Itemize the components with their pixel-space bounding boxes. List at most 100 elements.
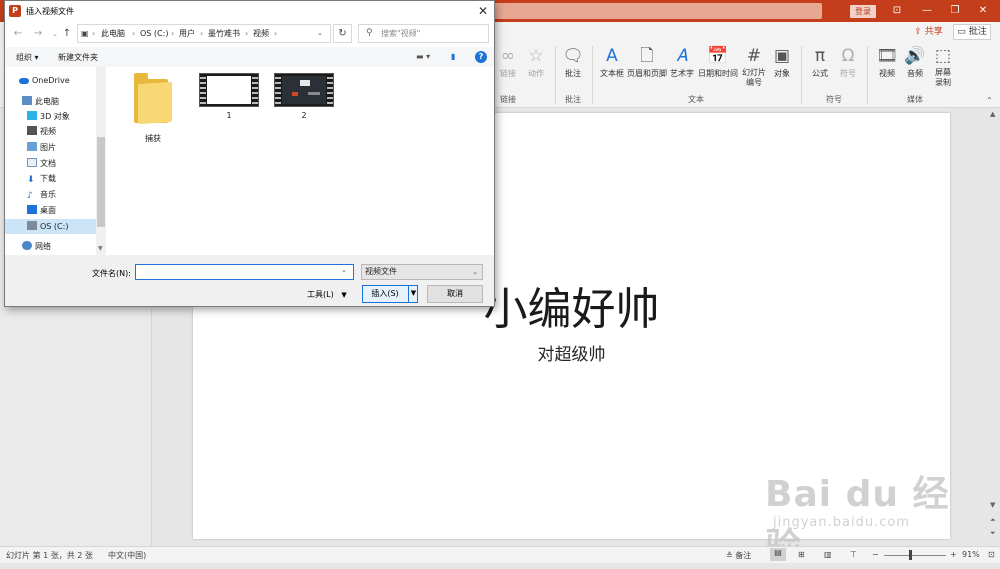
tree-item-downloads[interactable]: ⬇ 下载 [5,171,96,186]
next-slide-icon[interactable]: ⏷ [990,529,996,538]
slide-scrollbar[interactable]: ▲ ▼ ⏶ ⏷ [988,108,1000,546]
breadcrumb-item[interactable]: 墨竹难书 [208,25,240,42]
dialog-titlebar: P 插入视频文件 ✕ [5,1,494,21]
share-icon: ⇪ [914,27,922,37]
tree-item-videos[interactable]: 视频 [5,124,96,139]
slide-subtitle[interactable]: 对超级帅 [193,340,950,365]
tree-item-network[interactable]: 网络 [5,239,96,254]
scroll-up-icon[interactable]: ▲ [990,110,995,118]
screen-record-button[interactable]: ⬚ 屏幕 录制 [930,46,956,88]
ribbon-display-icon[interactable]: ⊡ [886,3,908,19]
forward-arrow-icon[interactable]: → [31,27,45,41]
file-list-pane: 捕获 1 2 [106,67,494,255]
comments-button[interactable]: ▭ 批注 [953,24,991,40]
scroll-down-icon[interactable]: ▼ [990,501,995,509]
preview-pane-icon[interactable]: ▮ [451,52,455,61]
refresh-icon[interactable]: ↻ [333,24,352,43]
cancel-button[interactable]: 取消 [427,285,483,303]
up-arrow-icon[interactable]: ↑ [60,27,74,41]
fit-slide-icon[interactable]: ⊡ [988,550,995,559]
breadcrumb-item[interactable]: OS (C:) [140,25,168,42]
folder-search-input[interactable]: ⚲ 搜索"视频" [358,24,489,43]
link-button[interactable]: ∞ 链接 [496,46,520,79]
prev-slide-icon[interactable]: ⏶ [990,516,996,525]
ribbon-separator [801,46,802,104]
equation-button[interactable]: π 公式 [808,46,832,79]
tree-item-documents[interactable]: 文档 [5,156,96,171]
zoom-slider[interactable] [884,555,946,556]
object-button[interactable]: ▣ 对象 [770,46,794,79]
ppt-search-box[interactable] [492,3,822,19]
file-item-folder[interactable]: 捕获 [118,73,188,144]
cube-icon [27,111,37,120]
address-dropdown-icon[interactable]: ⌄ [317,25,323,42]
ribbon-separator [592,46,593,104]
normal-view-icon[interactable]: ▤ [770,548,786,561]
minimize-icon[interactable]: — [916,3,938,19]
help-icon[interactable]: ? [475,51,487,63]
notes-button[interactable]: ≙ 备注 [726,550,751,561]
audio-button[interactable]: 🔊 音频 [902,46,928,79]
zoom-level[interactable]: 91% [962,550,980,559]
organize-button[interactable]: 组织 ▾ [16,52,39,63]
header-footer-button[interactable]: 🗋 页眉和页脚 [627,46,667,79]
share-button[interactable]: ⇪ 共享 [910,25,947,39]
star-icon: ☆ [528,46,544,66]
view-options-icon[interactable]: ▬ ▾ [416,52,430,61]
nav-pane-scrollbar[interactable]: ▼ [96,67,106,255]
tree-item-desktop[interactable]: 桌面 [5,203,96,218]
ribbon-collapse-icon[interactable]: ⌃ [986,96,993,105]
tools-button[interactable]: 工具(L) ▼ [307,287,357,303]
symbol-button[interactable]: Ω 符号 [836,46,860,79]
reading-view-icon[interactable]: ▥ [824,550,832,559]
video-button[interactable]: 🎞 视频 [874,46,900,79]
chevron-right-icon: › [132,29,136,38]
language-status[interactable]: 中文(中国) [108,550,146,561]
close-icon[interactable]: ✕ [972,3,994,19]
breadcrumb-item[interactable]: 用户 [179,25,195,42]
login-button[interactable]: 登录 [850,5,876,18]
comment-button[interactable]: 🗨 批注 [560,46,586,79]
slide-sorter-icon[interactable]: ⊞ [798,550,805,559]
breadcrumb-item[interactable]: 此电脑 [101,25,125,42]
insert-button[interactable]: 插入(S) ▼ [362,285,418,303]
datetime-button[interactable]: 📅 日期和时间 [697,46,739,79]
desktop-icon [27,205,37,214]
address-bar[interactable]: ▣ › 此电脑 › OS (C:) › 用户 › 墨竹难书 › 视频 › ⌄ [77,24,331,43]
tree-item-3d-objects[interactable]: 3D 对象 [5,109,96,124]
slideshow-icon[interactable]: ⊤ [850,550,857,559]
tree-item-pictures[interactable]: 图片 [5,140,96,155]
search-icon: ⚲ [366,28,373,38]
maximize-icon[interactable]: ❐ [944,3,966,19]
file-item-video-2[interactable]: 2 [269,73,339,120]
group-label-links: 链接 [500,95,516,104]
action-button[interactable]: ☆ 动作 [524,46,548,79]
filetype-select[interactable]: 视频文件 ⌄ [361,264,483,280]
file-item-video-1[interactable]: 1 [194,73,264,120]
screen-record-icon: ⬚ [934,46,952,66]
tree-item-onedrive[interactable]: OneDrive [5,73,96,88]
chevron-down-icon: ⌄ [472,268,478,276]
zoom-out-icon[interactable]: − [872,550,879,559]
wordart-button[interactable]: 𝐴 艺术字 [669,46,695,79]
dialog-footer: 文件名(N): ⌄ 视频文件 ⌄ 工具(L) ▼ 插入(S) ▼ 取消 [5,255,494,306]
insert-options-dropdown[interactable]: ▼ [408,285,418,303]
dialog-close-icon[interactable]: ✕ [475,3,491,19]
scroll-down-icon[interactable]: ▼ [98,245,103,252]
back-arrow-icon[interactable]: ← [11,27,25,41]
zoom-slider-thumb[interactable] [909,550,912,560]
nav-scroll-thumb[interactable] [97,137,105,227]
tree-item-music[interactable]: ♪ 音乐 [5,187,96,202]
comment-add-icon: 🗨 [562,46,584,66]
slide-number-button[interactable]: # 幻灯片 编号 [740,46,768,88]
tree-item-this-pc[interactable]: 此电脑 [5,94,96,109]
new-folder-button[interactable]: 新建文件夹 [58,52,98,63]
tree-item-os-c[interactable]: OS (C:) [5,219,96,234]
chevron-right-icon: › [92,29,96,38]
breadcrumb-item[interactable]: 视频 [253,25,269,42]
textbox-button[interactable]: A 文本框 [598,46,626,79]
filename-dropdown-icon[interactable]: ⌄ [341,266,347,274]
zoom-in-icon[interactable]: + [950,550,957,559]
ribbon-separator [555,46,556,104]
filename-input[interactable] [135,264,354,280]
